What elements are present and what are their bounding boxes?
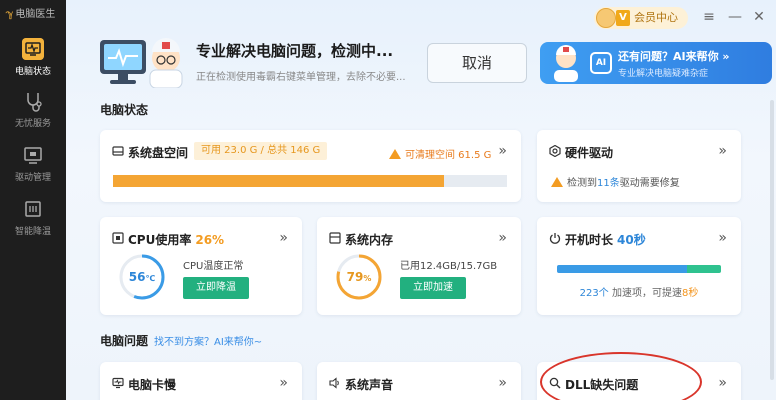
- cpu-percent: 26%: [195, 233, 225, 247]
- app-logo-icon: ℽ: [6, 9, 14, 20]
- minimize-icon[interactable]: —: [726, 8, 744, 26]
- sidebar-item-status[interactable]: 电脑状态: [0, 38, 66, 77]
- driver-chip-icon: [24, 147, 42, 164]
- cpu-temp-unit: ℃: [145, 274, 156, 283]
- speed-up-button[interactable]: 立即加速: [400, 277, 466, 299]
- memory-card[interactable]: 系统内存 » 79% 已用12.4GB/15.7GB 立即加速: [317, 217, 521, 315]
- ai-help-link[interactable]: 找不到方案？AI来帮你~: [154, 333, 262, 348]
- highlight-annotation: [540, 352, 702, 400]
- sidebar-item-label: 电脑状态: [14, 67, 51, 77]
- speaker-icon: [329, 377, 339, 389]
- menu-icon[interactable]: ≡: [700, 8, 718, 26]
- driver-text-prefix: 检测到: [567, 178, 597, 189]
- memory-status-text: 已用12.4GB/15.7GB: [400, 261, 498, 272]
- disk-usage-badge: 可用 23.0 G / 总共 146 G: [194, 142, 328, 160]
- boot-items-count: 223个: [579, 288, 609, 299]
- driver-repair-warning: 检测到11条驱动需要修复: [551, 174, 680, 189]
- scan-title: 专业解决电脑问题，检测中...: [196, 42, 394, 60]
- scrollbar[interactable]: [770, 100, 774, 380]
- cpu-status-text: CPU温度正常: [183, 261, 244, 272]
- boot-time-card[interactable]: 开机时长 40秒 » 223个 加速项，可提速8秒: [537, 217, 741, 315]
- cooling-chip-icon: [25, 201, 41, 217]
- memory-chip-icon: [329, 232, 341, 244]
- boot-speedup-note: 223个 加速项，可提速8秒: [537, 284, 741, 299]
- cpu-temperature-value: 56℃: [118, 253, 166, 303]
- boot-speedup-value: 8秒: [681, 288, 699, 299]
- chevron-right-icon[interactable]: »: [498, 375, 507, 391]
- power-icon: [549, 233, 561, 244]
- ai-help-banner[interactable]: AI 还有问题？AI来帮你 » 专业解决电脑疑难杂症: [540, 42, 772, 84]
- boot-title-text: 开机时长: [565, 233, 614, 247]
- sidebar-item-label: 智能降温: [14, 227, 51, 237]
- sidebar-item-cooling[interactable]: 智能降温: [0, 198, 66, 237]
- member-center-label: 会员中心: [634, 11, 678, 24]
- sidebar-item-service[interactable]: 无忧服务: [0, 90, 66, 129]
- cancel-button[interactable]: 取消: [427, 43, 527, 83]
- cpu-temp-number: 56: [128, 270, 146, 284]
- status-section-title: 电脑状态: [100, 103, 149, 117]
- sidebar-item-label: 驱动管理: [14, 173, 51, 183]
- chevron-right-icon[interactable]: »: [498, 230, 507, 246]
- boot-card-title: 开机时长 40秒: [565, 231, 646, 248]
- stethoscope-icon: [27, 93, 42, 112]
- chevron-right-icon[interactable]: »: [718, 375, 727, 391]
- cpu-title-text: CPU使用率: [128, 233, 192, 247]
- monitor-pulse-icon: [112, 377, 124, 389]
- cleanable-space-text: 可清理空间 61.5 G: [405, 150, 492, 161]
- ai-banner-title: 还有问题？AI来帮你 »: [618, 50, 730, 63]
- sidebar-item-driver[interactable]: 驱动管理: [0, 144, 66, 183]
- hardware-driver-card[interactable]: 硬件驱动 » 检测到11条驱动需要修复: [537, 130, 741, 202]
- problem-card-slow[interactable]: 电脑卡慢 »: [100, 362, 302, 400]
- memory-usage-value: 79%: [335, 253, 383, 303]
- memory-card-title: 系统内存: [345, 233, 394, 247]
- cpu-usage-card[interactable]: CPU使用率 26% » 56℃ CPU温度正常 立即降温: [100, 217, 302, 315]
- cleanable-space-warning: 可清理空间 61.5 G: [389, 146, 491, 161]
- boot-duration: 40秒: [617, 233, 646, 247]
- memory-usage-unit: %: [363, 274, 372, 283]
- main-panel: V 会员中心 ≡ — ✕ 专业解决电脑问题，检测中... 正在检测使用毒霸右键菜…: [66, 0, 776, 400]
- problem-title: 系统声音: [345, 378, 394, 392]
- member-center-button[interactable]: V 会员中心: [594, 7, 688, 29]
- boot-items-label: 加速项，可提速: [611, 288, 682, 299]
- chevron-right-icon[interactable]: »: [279, 375, 288, 391]
- ai-icon: AI: [590, 52, 612, 74]
- doctor-monitor-illustration: [100, 38, 183, 88]
- problem-card-sound[interactable]: 系统声音 »: [317, 362, 521, 400]
- disk-usage-bar: [113, 175, 507, 187]
- close-icon[interactable]: ✕: [750, 8, 768, 26]
- driver-text-suffix: 驱动需要修复: [619, 178, 680, 189]
- cpu-chip-icon: [112, 232, 124, 244]
- scan-status-text: 正在检测使用毒霸右键菜单管理，去除不必要...: [196, 72, 406, 83]
- cpu-card-title: CPU使用率 26%: [128, 231, 224, 248]
- disk-card-title: 系统盘空间: [128, 146, 189, 160]
- sidebar-item-label: 无忧服务: [14, 119, 51, 129]
- chevron-right-icon[interactable]: »: [718, 143, 727, 159]
- sidebar: ℽ 电脑医生 电脑状态 无忧服务 驱动管理 智能降温: [0, 0, 66, 400]
- warning-icon: [551, 177, 563, 187]
- title-bar: V 会员中心 ≡ — ✕: [576, 0, 776, 34]
- boot-time-bar: [557, 265, 721, 273]
- problems-section-title: 电脑问题: [100, 334, 149, 348]
- boot-bar-current: [557, 265, 687, 273]
- memory-usage-number: 79: [346, 270, 364, 284]
- chevron-right-icon[interactable]: »: [718, 230, 727, 246]
- ai-banner-subtitle: 专业解决电脑疑难杂症: [618, 69, 709, 79]
- app-title: ℽ 电脑医生: [6, 9, 56, 20]
- disk-icon: [112, 146, 124, 156]
- cool-down-button[interactable]: 立即降温: [183, 277, 249, 299]
- hexagon-gear-icon: [549, 145, 561, 157]
- chevron-right-icon[interactable]: »: [498, 143, 507, 159]
- vip-badge-icon: V: [616, 10, 630, 26]
- warning-icon: [389, 149, 401, 159]
- disk-space-card[interactable]: 系统盘空间 可用 23.0 G / 总共 146 G 可清理空间 61.5 G …: [100, 130, 521, 202]
- disk-usage-fill: [113, 175, 444, 187]
- boot-bar-savable: [686, 265, 721, 273]
- user-avatar: [596, 8, 616, 28]
- chevron-right-icon[interactable]: »: [279, 230, 288, 246]
- doctor-avatar-icon: [554, 45, 578, 82]
- hardware-card-title: 硬件驱动: [565, 146, 614, 160]
- driver-count: 11条: [597, 178, 620, 189]
- pulse-monitor-icon: [22, 38, 44, 60]
- problem-title: 电脑卡慢: [128, 378, 177, 392]
